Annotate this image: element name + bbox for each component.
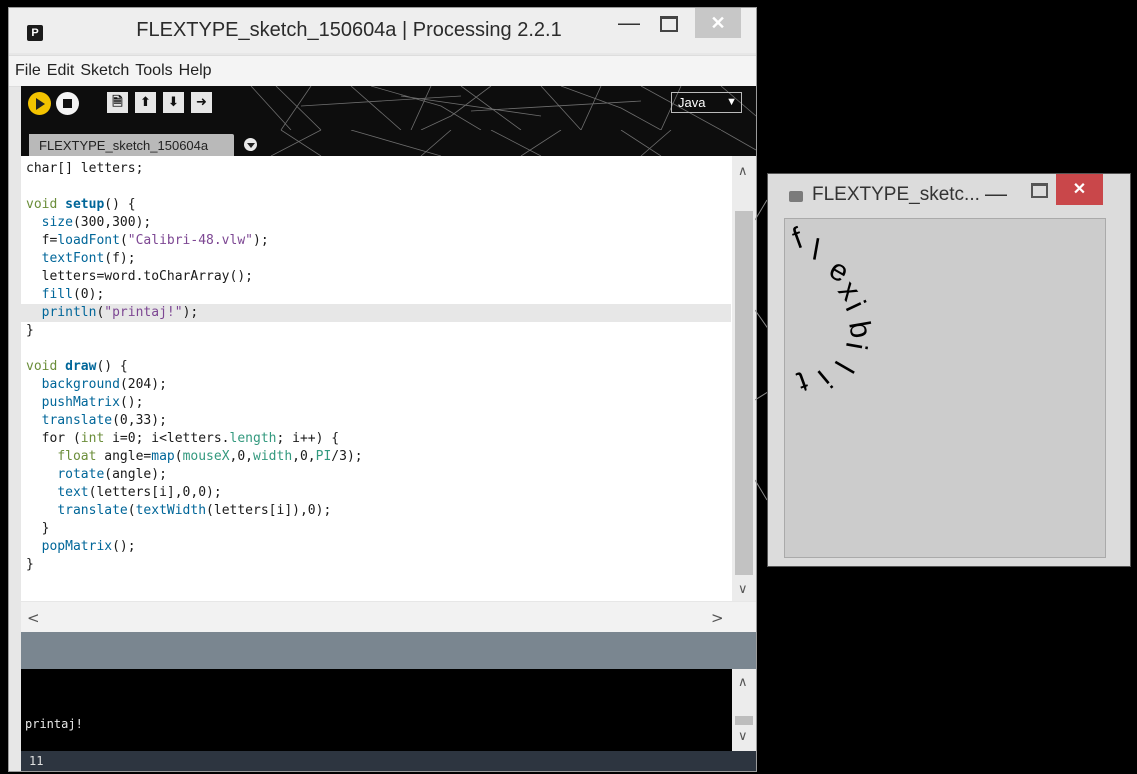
menu-sketch[interactable]: Sketch <box>78 56 129 85</box>
rotated-text-drawing: f lexibilit <box>788 221 877 398</box>
mode-selector[interactable]: Java ▼ <box>671 92 742 113</box>
save-sketch-button[interactable]: ⬇ <box>163 92 184 113</box>
code-line-19: text(letters[i],0,0); <box>57 485 222 500</box>
scroll-down-icon[interactable]: ∨ <box>738 582 748 597</box>
editor-scroll-thumb[interactable] <box>735 211 753 575</box>
minimize-button[interactable]: — <box>615 8 643 38</box>
code-line-1: char[] letters; <box>26 161 144 176</box>
message-area <box>21 632 756 669</box>
code-line-15: translate(0,33); <box>41 413 167 428</box>
code-line-4: size(300,300); <box>41 215 152 230</box>
sketch-letter: b <box>842 318 877 340</box>
chevron-down-icon: ▼ <box>726 96 737 108</box>
sketch-canvas[interactable]: flexibilit <box>784 218 1106 558</box>
code-line-20: translate(textWidth(letters[i]),0); <box>57 503 332 518</box>
editor-horizontal-scrollbar[interactable]: < > <box>21 602 756 632</box>
code-line-12: void draw() { <box>26 359 128 374</box>
menu-edit[interactable]: Edit <box>45 56 75 85</box>
code-line-3: void setup() { <box>26 197 136 212</box>
code-line-6: textFont(f); <box>41 251 136 266</box>
code-line-14: pushMatrix(); <box>41 395 144 410</box>
sketch-output-window: FLEXTYPE_sketc... — ✕ flexibilit <box>767 173 1131 567</box>
tab-sketch[interactable]: FLEXTYPE_sketch_150604a <box>29 134 234 156</box>
code-line-17: float angle=map(mouseX,0,width,0,PI/3); <box>57 449 363 464</box>
tab-strip: FLEXTYPE_sketch_150604a <box>21 130 756 156</box>
scroll-right-icon[interactable]: > <box>711 609 724 627</box>
sketch-letter: t <box>792 364 812 398</box>
window-title: FLEXTYPE_sketch_150604a | Processing 2.2… <box>136 19 562 41</box>
code-line-10: } <box>26 323 34 338</box>
sketch-close-button[interactable]: ✕ <box>1056 174 1103 205</box>
console-scroll-up-icon[interactable]: ∧ <box>738 675 748 690</box>
menu-bar: File Edit Sketch Tools Help <box>9 55 756 87</box>
code-line-18: rotate(angle); <box>57 467 167 482</box>
maximize-icon <box>660 16 678 32</box>
sketch-letter: f <box>788 221 808 255</box>
console-output: printaj! <box>25 717 83 731</box>
line-number-status: 11 <box>21 751 756 771</box>
export-button[interactable]: ➜ <box>191 92 212 113</box>
code-line-21: } <box>41 521 50 536</box>
sketch-letter: i <box>811 364 837 394</box>
sketch-letter: l <box>828 356 860 378</box>
sketch-maximize-button[interactable] <box>1031 183 1048 198</box>
new-sketch-button[interactable]: 🗎 <box>107 92 128 113</box>
code-line-9-highlighted: println("printaj!"); <box>21 304 731 322</box>
sketch-letter: i <box>839 340 873 352</box>
code-line-16: for (int i=0; i<letters.length; i++) { <box>41 431 340 446</box>
toolbar-background-pattern <box>250 86 756 130</box>
menu-help[interactable]: Help <box>177 56 212 85</box>
menu-file[interactable]: File <box>13 56 41 85</box>
code-line-23: } <box>26 557 34 572</box>
sketch-window-title: FLEXTYPE_sketc... <box>812 184 980 205</box>
code-line-22: popMatrix(); <box>41 539 136 554</box>
open-sketch-button[interactable]: ⬆ <box>135 92 156 113</box>
sketch-window-icon <box>789 191 803 202</box>
processing-ide-window: P FLEXTYPE_sketch_150604a | Processing 2… <box>8 7 757 772</box>
code-editor[interactable]: char[] letters; void setup() { size(300,… <box>21 156 756 601</box>
menu-tools[interactable]: Tools <box>133 56 172 85</box>
editor-vertical-scrollbar[interactable]: ∧ ∨ <box>732 156 756 601</box>
console-area[interactable]: printaj! <box>21 669 732 751</box>
run-button[interactable] <box>28 92 51 115</box>
title-bar[interactable]: P FLEXTYPE_sketch_150604a | Processing 2… <box>9 8 756 53</box>
code-line-13: background(204); <box>41 377 167 392</box>
mode-label: Java <box>678 95 706 110</box>
scroll-left-icon[interactable]: < <box>27 609 40 627</box>
scroll-up-icon[interactable]: ∧ <box>738 164 748 179</box>
code-line-7: letters=word.toCharArray(); <box>41 269 253 284</box>
sketch-letter: l <box>810 233 822 267</box>
stop-button[interactable] <box>56 92 79 115</box>
console-scrollbar[interactable]: ∧ ∨ <box>732 669 756 751</box>
console-scroll-down-icon[interactable]: ∨ <box>738 729 748 744</box>
sketch-minimize-button[interactable]: — <box>985 181 1007 207</box>
close-button[interactable]: ✕ <box>695 8 741 38</box>
code-line-8: fill(0); <box>41 287 105 302</box>
maximize-button[interactable] <box>655 8 683 38</box>
console-scroll-thumb[interactable] <box>735 716 753 725</box>
code-line-5: f=loadFont("Calibri-48.vlw"); <box>41 233 269 248</box>
tab-menu-button[interactable] <box>244 138 257 151</box>
toolbar: 🗎 ⬆ ⬇ ➜ Java ▼ <box>21 86 756 130</box>
